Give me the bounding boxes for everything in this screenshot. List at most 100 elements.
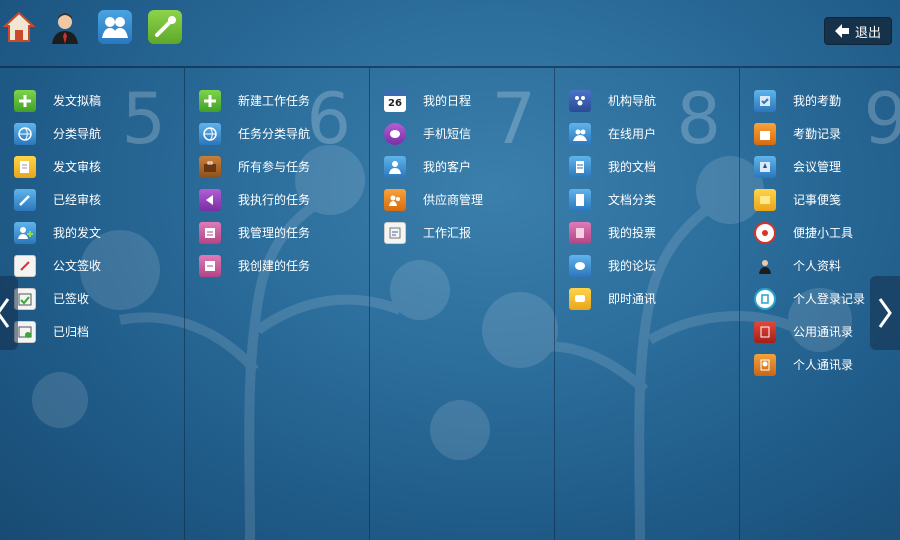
menu-item-doc-category[interactable]: 文档分类 bbox=[569, 183, 656, 216]
menu-item-label: 任务分类导航 bbox=[238, 127, 311, 141]
plus-icon bbox=[199, 89, 221, 112]
menu-item-label: 我的论坛 bbox=[608, 259, 657, 273]
edit-doc-icon bbox=[14, 155, 36, 178]
menu-item-label: 我的考勤 bbox=[793, 94, 842, 108]
next-page-button[interactable] bbox=[870, 276, 900, 350]
menu-item-label: 我创建的任务 bbox=[238, 259, 311, 273]
doc-category-icon bbox=[569, 188, 591, 211]
column-number: 7 bbox=[491, 78, 536, 160]
menu-item-supplier-management[interactable]: 供应商管理 bbox=[384, 183, 483, 216]
menu-item-my-sent[interactable]: 我的发文 bbox=[14, 216, 101, 249]
calendar-icon: 26 bbox=[384, 89, 406, 112]
menu-item-my-vote[interactable]: 我的投票 bbox=[569, 216, 656, 249]
menu-item-label: 发文审核 bbox=[53, 160, 102, 174]
menu-item-task-category-nav[interactable]: 任务分类导航 bbox=[199, 117, 310, 150]
menu-item-work-report[interactable]: 工作汇报 bbox=[384, 216, 483, 249]
globe-icon bbox=[14, 122, 36, 145]
menu-item-my-customers[interactable]: 我的客户 bbox=[384, 150, 483, 183]
group-icon[interactable] bbox=[98, 10, 132, 44]
previous-page-button[interactable] bbox=[0, 276, 18, 350]
menu-item-label: 我的投票 bbox=[608, 226, 657, 240]
sign-icon bbox=[14, 254, 36, 277]
menu-item-created-tasks[interactable]: 我创建的任务 bbox=[199, 249, 310, 282]
menu-item-label: 个人登录记录 bbox=[793, 292, 866, 306]
menu-item-label: 机构导航 bbox=[608, 94, 657, 108]
menu-item-label: 我的客户 bbox=[423, 160, 472, 174]
menu-item-public-contacts[interactable]: 公用通讯录 bbox=[754, 315, 865, 348]
menu-item-executed-tasks[interactable]: 我执行的任务 bbox=[199, 183, 310, 216]
user-add-icon bbox=[14, 221, 36, 244]
menu-item-instant-messaging[interactable]: 即时通讯 bbox=[569, 282, 656, 315]
menu-item-managed-tasks[interactable]: 我管理的任务 bbox=[199, 216, 310, 249]
meeting-icon bbox=[754, 155, 776, 178]
menu-item-my-schedule[interactable]: 26 我的日程 bbox=[384, 84, 483, 117]
note-icon bbox=[754, 188, 776, 211]
task-manage-icon bbox=[199, 221, 221, 244]
menu-item-personal-contacts[interactable]: 个人通讯录 bbox=[754, 348, 865, 381]
menu-item-label: 供应商管理 bbox=[423, 193, 484, 207]
supplier-icon bbox=[384, 188, 406, 211]
online-users-icon bbox=[569, 122, 591, 145]
user-avatar-icon[interactable] bbox=[48, 10, 82, 44]
home-icon[interactable] bbox=[2, 10, 36, 44]
menu-item-label: 个人资料 bbox=[793, 259, 842, 273]
menu-item-login-record[interactable]: 个人登录记录 bbox=[754, 282, 865, 315]
org-icon bbox=[569, 89, 591, 112]
menu-item-label: 我的日程 bbox=[423, 94, 472, 108]
menu-item-archived[interactable]: 已归档 bbox=[14, 315, 101, 348]
menu-item-online-users[interactable]: 在线用户 bbox=[569, 117, 656, 150]
menu-item-profile[interactable]: 个人资料 bbox=[754, 249, 865, 282]
menu-item-label: 已签收 bbox=[53, 292, 90, 306]
menu-item-tools[interactable]: 便捷小工具 bbox=[754, 216, 865, 249]
menu-item-label: 个人通讯录 bbox=[793, 358, 854, 372]
task-create-icon bbox=[199, 254, 221, 277]
menu-item-my-forum[interactable]: 我的论坛 bbox=[569, 249, 656, 282]
menu-item-label: 新建工作任务 bbox=[238, 94, 311, 108]
menu-item-label: 会议管理 bbox=[793, 160, 842, 174]
column-number: 8 bbox=[676, 78, 721, 160]
menu-item-org-nav[interactable]: 机构导航 bbox=[569, 84, 656, 117]
chevron-right-icon bbox=[878, 298, 892, 328]
menu-item-meeting-management[interactable]: 会议管理 bbox=[754, 150, 865, 183]
column-7: 7 26 我的日程 手机短信 我的客户 供应商管理 工作汇报 bbox=[370, 68, 555, 540]
column-number: 5 bbox=[121, 78, 166, 160]
column-6: 6 新建工作任务 任务分类导航 所有参与任务 我执行的任务 我管理的任务 我创建… bbox=[185, 68, 370, 540]
menu-item-my-documents[interactable]: 我的文档 bbox=[569, 150, 656, 183]
menu-item-send-review[interactable]: 发文审核 bbox=[14, 150, 101, 183]
menu-item-notes[interactable]: 记事便笺 bbox=[754, 183, 865, 216]
tools-icon bbox=[754, 221, 776, 244]
menu-item-new-task[interactable]: 新建工作任务 bbox=[199, 84, 310, 117]
chat-icon bbox=[569, 287, 591, 310]
pen-icon bbox=[14, 188, 36, 211]
customer-icon bbox=[384, 155, 406, 178]
menu-list: 新建工作任务 任务分类导航 所有参与任务 我执行的任务 我管理的任务 我创建的任… bbox=[199, 84, 310, 282]
menu-item-label: 我的发文 bbox=[53, 226, 102, 240]
top-bar: 退出 bbox=[0, 0, 900, 62]
menu-item-label: 便捷小工具 bbox=[793, 226, 854, 240]
profile-icon bbox=[754, 255, 776, 277]
menu-item-my-attendance[interactable]: 我的考勤 bbox=[754, 84, 865, 117]
menu-item-label: 工作汇报 bbox=[423, 226, 472, 240]
menu-item-reviewed[interactable]: 已经审核 bbox=[14, 183, 101, 216]
menu-item-all-tasks[interactable]: 所有参与任务 bbox=[199, 150, 310, 183]
menu-item-label: 文档分类 bbox=[608, 193, 657, 207]
menu-item-category-nav[interactable]: 分类导航 bbox=[14, 117, 101, 150]
menu-item-label: 已经审核 bbox=[53, 193, 102, 207]
menu-item-label: 即时通讯 bbox=[608, 292, 657, 306]
menu-item-attendance-record[interactable]: 考勤记录 bbox=[754, 117, 865, 150]
menu-item-signed[interactable]: 已签收 bbox=[14, 282, 101, 315]
menu-item-label: 公用通讯录 bbox=[793, 325, 854, 339]
vote-icon bbox=[569, 221, 591, 244]
menu-item-label: 手机短信 bbox=[423, 127, 472, 141]
menu-item-label: 我管理的任务 bbox=[238, 226, 311, 240]
menu-item-sms[interactable]: 手机短信 bbox=[384, 117, 483, 150]
document-icon bbox=[569, 155, 591, 178]
menu-item-doc-sign[interactable]: 公文签收 bbox=[14, 249, 101, 282]
exit-button[interactable]: 退出 bbox=[824, 17, 892, 45]
tag-icon[interactable] bbox=[148, 10, 182, 44]
message-icon bbox=[384, 122, 406, 145]
menu-item-send-draft[interactable]: 发文拟稿 bbox=[14, 84, 101, 117]
menu-list: 发文拟稿 分类导航 发文审核 已经审核 我的发文 公文签收 已签收 已归档 bbox=[14, 84, 101, 348]
column-number: 9 bbox=[863, 78, 900, 160]
menu-list: 我的考勤 考勤记录 会议管理 记事便笺 便捷小工具 个人资料 个人登录记录 公用… bbox=[754, 84, 865, 381]
